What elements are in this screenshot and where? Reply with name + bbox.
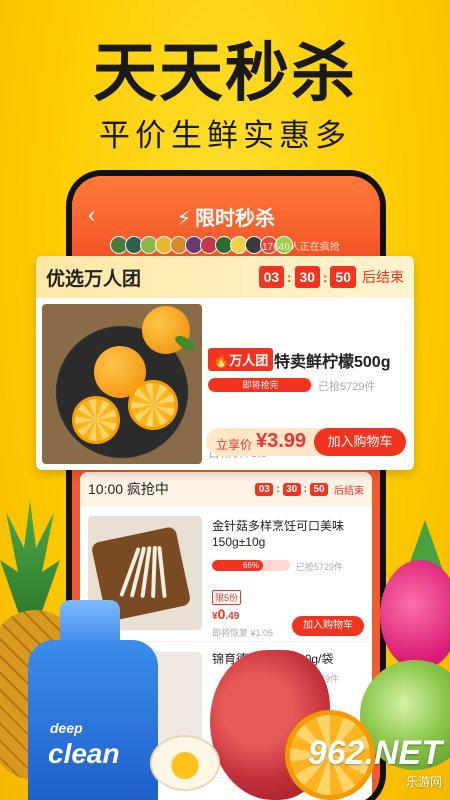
list-item[interactable]: 金针菇多样烹饪可口美味150g±10g 66% 已抢5729件 限5份 ¥0.4…	[80, 506, 372, 642]
group-buy-tag: 🔥万人团	[208, 348, 274, 371]
countdown-minutes: 30	[282, 482, 301, 496]
card-header: 优选万人团 03 : 30 : 50 后结束	[36, 256, 414, 298]
sale-price: ¥0.49	[212, 606, 240, 622]
countdown-separator: :	[323, 269, 328, 285]
countdown-hours: 03	[258, 266, 285, 288]
countdown-suffix: 后结束	[362, 269, 404, 285]
watermark-logo: 962.NET	[307, 734, 442, 772]
countdown-suffix: 后结束	[334, 485, 364, 497]
countdown-minutes: 30	[294, 266, 321, 288]
orange-slice	[128, 380, 178, 430]
bottle-label-top: deep	[50, 720, 83, 736]
countdown-hours: 03	[255, 482, 274, 496]
hero-subtitle: 平价生鲜实惠多	[99, 118, 351, 153]
sold-count: 已抢5729件	[318, 381, 376, 393]
countdown-separator: :	[287, 269, 292, 285]
sold-count: 已抢5729件	[296, 562, 344, 572]
countdown-seconds: 50	[310, 482, 328, 496]
session-header: 10:00 疯抢中 03 : 30 : 50 后结束	[80, 472, 372, 506]
progress-label: 即将抢完	[242, 380, 279, 390]
hero-title: 天天秒杀	[93, 37, 357, 109]
progress-label: 66%	[242, 561, 259, 570]
product-name: 特卖鲜柠檬500g	[274, 354, 391, 371]
dragon-fruit	[380, 560, 450, 670]
add-to-cart-button[interactable]: 加入购物车	[314, 428, 406, 456]
countdown-separator: :	[276, 483, 280, 495]
countdown-separator: :	[303, 483, 307, 495]
flash-sale-title: ⚡ 限时秒杀	[176, 208, 276, 230]
product-name: 金针菇多样烹饪可口美味150g±10g	[212, 519, 345, 549]
watermark-subtitle: 乐游网	[405, 775, 442, 789]
detergent-bottle	[28, 640, 158, 800]
limit-badge: 限5份	[212, 590, 242, 605]
countdown-seconds: 50	[330, 266, 356, 288]
featured-price: ¥3.99	[256, 430, 307, 452]
card-countdown: 03 : 30 : 50 后结束	[258, 266, 404, 288]
price-label: 立享价	[216, 438, 253, 452]
grabbing-count: 17640人正在疯抢	[262, 242, 340, 253]
orange-slice	[72, 396, 120, 444]
lightning-icon: ⚡	[176, 208, 192, 230]
session-title: 10:00 疯抢中	[88, 481, 169, 497]
session-countdown: 03 : 30 : 50 后结束	[255, 482, 364, 497]
card-title: 优选万人团	[46, 268, 142, 290]
site-watermark: 962.NET 乐游网	[308, 734, 442, 790]
sales-progress-bar: 66%	[212, 560, 290, 571]
add-to-cart-button[interactable]: 加入购物车	[292, 616, 364, 636]
bottle-label-main: clean	[48, 738, 120, 769]
restore-price: 即将恢复 ¥1.05	[212, 628, 274, 638]
cracked-egg	[150, 735, 220, 791]
sales-progress-bar: 即将抢完	[208, 378, 313, 392]
lemon-product-image	[42, 304, 202, 464]
